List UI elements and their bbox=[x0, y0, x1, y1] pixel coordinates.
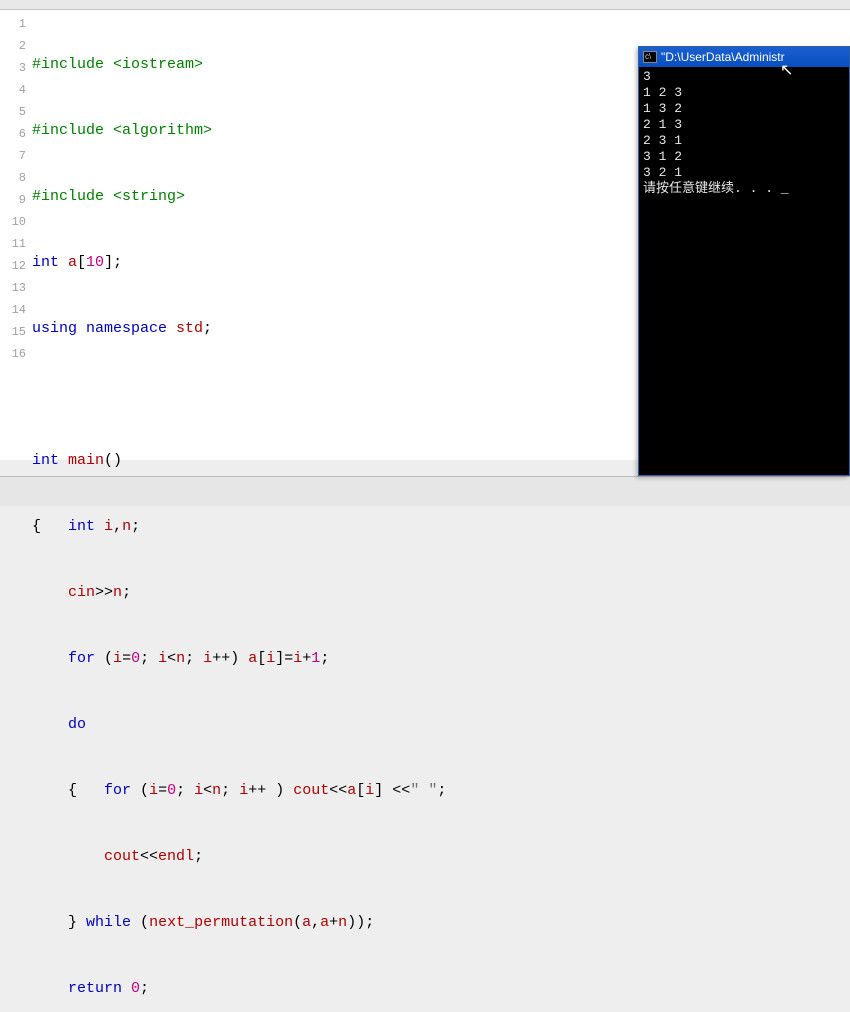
line-number: 10 bbox=[0, 211, 26, 233]
line-number: 6 bbox=[0, 123, 26, 145]
console-titlebar[interactable]: c\ "D:\UserData\Administr bbox=[639, 47, 849, 67]
line-number: 14 bbox=[0, 299, 26, 321]
line-number: 9 bbox=[0, 189, 26, 211]
line-number: 4 bbox=[0, 79, 26, 101]
code-line[interactable]: { for (i=0; i<n; i++ ) cout<<a[i] <<" "; bbox=[32, 780, 850, 802]
line-number: 8 bbox=[0, 167, 26, 189]
status-bar bbox=[0, 476, 850, 506]
code-line[interactable]: cin>>n; bbox=[32, 582, 850, 604]
preprocessor: #include <string> bbox=[32, 188, 185, 205]
preprocessor: #include <iostream> bbox=[32, 56, 203, 73]
line-number: 15 bbox=[0, 321, 26, 343]
line-number: 13 bbox=[0, 277, 26, 299]
code-line[interactable]: for (i=0; i<n; i++) a[i]=i+1; bbox=[32, 648, 850, 670]
line-number: 3 bbox=[0, 57, 26, 79]
line-number: 16 bbox=[0, 343, 26, 365]
line-number: 7 bbox=[0, 145, 26, 167]
line-number: 5 bbox=[0, 101, 26, 123]
code-line[interactable]: cout<<endl; bbox=[32, 846, 850, 868]
line-number: 11 bbox=[0, 233, 26, 255]
code-line[interactable]: { int i,n; bbox=[32, 516, 850, 538]
cmd-icon: c\ bbox=[643, 51, 657, 63]
console-window[interactable]: c\ "D:\UserData\Administr 3 1 2 3 1 3 2 … bbox=[638, 46, 850, 476]
console-title-text: "D:\UserData\Administr bbox=[661, 47, 785, 67]
preprocessor: #include <algorithm> bbox=[32, 122, 212, 139]
editor-toolbar bbox=[0, 0, 850, 10]
code-line[interactable]: do bbox=[32, 714, 850, 736]
line-number: 1 bbox=[0, 13, 26, 35]
code-line[interactable]: return 0; bbox=[32, 978, 850, 1000]
code-line[interactable]: } while (next_permutation(a,a+n)); bbox=[32, 912, 850, 934]
line-number: 12 bbox=[0, 255, 26, 277]
console-output[interactable]: 3 1 2 3 1 3 2 2 1 3 2 3 1 3 1 2 3 2 1 请按… bbox=[639, 67, 849, 475]
line-number: 2 bbox=[0, 35, 26, 57]
line-number-gutter: 1 2 3 4 5 6 7 8 9 10 11 12 13 14 15 16 bbox=[0, 10, 32, 460]
